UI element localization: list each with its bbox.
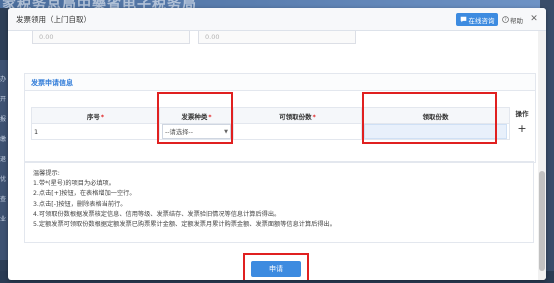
tips-panel: 温馨提示: 1.带*(星号)的项目为必填项。 2.点击[+]按钮，在表格增加一空… [24,161,534,243]
background-nav-char: 办 [0,76,7,83]
column-header-seq: 序号* [31,107,160,124]
online-consult-button[interactable]: 在线咨询 [456,13,498,26]
action-column: 操作 + [513,107,531,137]
tips-line: 3.点击[-]按钮，删除表格当前行。 [33,200,127,208]
add-row-button[interactable]: + [513,122,531,137]
highlight-receive-qty [362,92,497,144]
dialog-header: 发票领用（上门自取） 在线咨询 ? 帮助 ✕ [8,8,546,31]
column-header-available-qty: 可领取份数* [233,107,362,124]
column-header-action: 操作 [515,110,529,118]
dialog-scrollbar[interactable] [538,31,546,280]
chat-icon [460,16,466,23]
summary-fields: 0.00 0.00 [24,31,524,51]
cell-seq: 1 [31,123,160,140]
help-button[interactable]: ? 帮助 [502,14,524,25]
svg-text:?: ? [504,17,506,22]
tips-title: 温馨提示: [33,170,60,177]
panel-title: 发票申请信息 [31,79,73,87]
background-nav-char: 优 [0,176,7,183]
tips-line: 2.点击[+]按钮，在表格增加一空行。 [33,190,136,198]
dialog-title: 发票领用（上门自取） [16,15,91,24]
tips-line: 4.可领取份数根据发票核定信息、信用等级、发票结存、发票验旧情况等信息计算后得出… [33,210,281,218]
background-nav-char: 业 [0,216,7,223]
background-banner: 家税务总局中樂省电子税务局 [0,0,554,8]
highlight-invoice-type [157,92,233,144]
background-nav-char: 开 [0,96,7,103]
background-nav-char: 退 [0,156,7,163]
tips-line: 5.定额发票可领取份数根据定额发票已购票累计金额、定额发票月累计购票金额、发票面… [33,221,336,229]
background-left-nav: 办 开 报 缴 退 优 查 业 [0,60,8,260]
scrollbar-thumb[interactable] [539,171,545,271]
background-nav-char: 查 [0,196,7,203]
invoice-apply-dialog: 发票领用（上门自取） 在线咨询 ? 帮助 ✕ 0.00 0.00 发票申请信息 [8,8,546,280]
summary-field-2: 0.00 [198,31,356,44]
submit-apply-button[interactable]: 申请 [251,261,301,277]
background-nav-char: 缴 [0,136,7,143]
online-consult-label: 在线咨询 [468,16,495,25]
tips-line: 1.带*(星号)的项目为必填项。 [33,180,115,188]
help-icon: ? [502,16,509,23]
panel-header: 发票申请信息 [25,74,535,91]
help-label: 帮助 [510,16,523,25]
cell-available-qty [233,123,362,140]
close-icon[interactable]: ✕ [529,14,539,24]
dialog-body: 0.00 0.00 发票申请信息 序号* 发票种类* 可领取份数* 领取份数 1… [8,31,538,280]
invoice-application-panel: 发票申请信息 序号* 发票种类* 可领取份数* 领取份数 1 --请选择-- ▼… [24,73,536,163]
summary-field-1: 0.00 [32,31,190,44]
background-nav-char: 报 [0,116,7,123]
background-banner-text: 家税务总局中樂省电子税务局 [2,0,197,8]
